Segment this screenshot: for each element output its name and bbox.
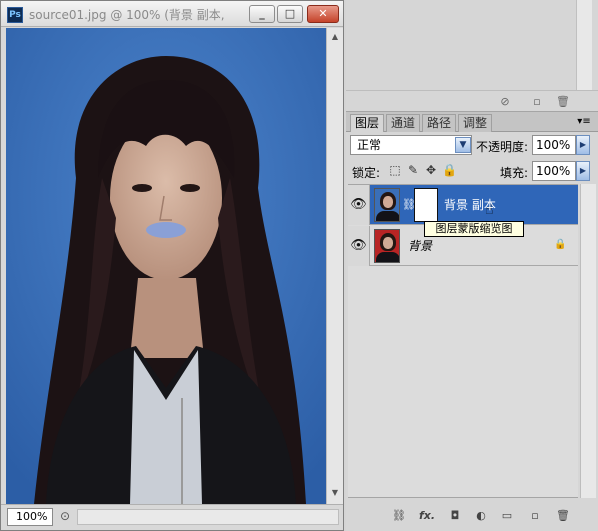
- tab-layers[interactable]: 图层: [350, 114, 385, 132]
- visibility-eye-icon[interactable]: 👁: [348, 185, 370, 225]
- portrait-photo: [6, 28, 326, 504]
- vertical-scrollbar[interactable]: ▲ ▼: [326, 28, 343, 504]
- fill-arrow-icon[interactable]: ▶: [576, 161, 590, 181]
- visibility-eye-icon[interactable]: 👁: [348, 226, 370, 266]
- status-info-icon[interactable]: ⊙: [57, 509, 73, 525]
- no-entry-icon[interactable]: ⊘: [498, 95, 512, 108]
- close-button[interactable]: ✕: [307, 5, 339, 23]
- tooltip: 图层蒙版缩览图: [424, 221, 524, 237]
- layer-name[interactable]: 背景: [408, 238, 432, 254]
- opacity-field[interactable]: 100%: [532, 135, 576, 155]
- upper-panel-footer: ⊘ ▫ 🗑: [346, 90, 598, 110]
- new-item-icon[interactable]: ▫: [530, 95, 544, 108]
- layers-scrollbar[interactable]: [580, 184, 596, 498]
- layers-panel: 图层 通道 路径 调整 ▾≡ 正常 ▼ 不透明度: 100% ▶ 锁定: ⬚ ✎…: [346, 111, 598, 531]
- lock-transparency-icon[interactable]: ⬚: [388, 163, 402, 177]
- layer-mask-thumbnail[interactable]: ☝: [414, 188, 494, 222]
- fill-field[interactable]: 100%: [532, 161, 576, 181]
- maximize-button[interactable]: □: [277, 5, 303, 23]
- fill-label: 填充:: [500, 166, 529, 180]
- horizontal-scrollbar[interactable]: [77, 509, 339, 525]
- image-canvas[interactable]: [6, 28, 326, 504]
- tab-adjustments[interactable]: 调整: [458, 114, 493, 132]
- minimize-button[interactable]: _: [249, 5, 275, 23]
- blend-mode-select[interactable]: 正常 ▼: [350, 135, 472, 155]
- link-layers-icon[interactable]: ⛓: [390, 509, 408, 523]
- fx-icon[interactable]: fx.: [418, 509, 436, 523]
- layers-footer: ⛓ fx. ◘ ◐ ▭ ▫ 🗑: [346, 505, 598, 527]
- lock-pixels-brush-icon[interactable]: ✎: [406, 163, 420, 177]
- zoom-level-field[interactable]: 100%: [7, 508, 53, 526]
- chevron-down-icon[interactable]: ▼: [455, 137, 471, 153]
- panel-menu-icon[interactable]: ▾≡: [574, 114, 594, 130]
- document-title: source01.jpg @ 100% (背景 副本, ...: [29, 8, 229, 22]
- tab-channels[interactable]: 通道: [386, 114, 421, 132]
- layer-thumbnail[interactable]: [374, 188, 400, 222]
- lock-icon: 🔒: [554, 239, 567, 250]
- blend-mode-value: 正常: [357, 138, 382, 152]
- layer-thumbnail[interactable]: [374, 229, 400, 263]
- chain-link-icon[interactable]: ⛓: [402, 198, 416, 214]
- lock-label: 锁定:: [352, 166, 381, 180]
- upper-panel-scrollbar[interactable]: [576, 0, 592, 90]
- delete-icon[interactable]: 🗑: [554, 509, 572, 523]
- lock-all-icon[interactable]: 🔒: [442, 163, 457, 177]
- trash-icon[interactable]: 🗑: [556, 95, 570, 108]
- new-layer-icon[interactable]: ▫: [526, 509, 544, 523]
- layer-row-background-copy[interactable]: 👁 ⛓ ☝ 背景 副本: [348, 185, 578, 225]
- document-window: Ps source01.jpg @ 100% (背景 副本, ... _ □ ✕: [0, 0, 344, 531]
- upper-panel: ⊘ ▫ 🗑: [346, 0, 598, 111]
- adjustment-layer-icon[interactable]: ◐: [472, 509, 490, 523]
- opacity-label: 不透明度:: [476, 140, 529, 154]
- scroll-up-icon[interactable]: ▲: [328, 30, 342, 44]
- panel-tab-strip: 图层 通道 路径 调整 ▾≡: [346, 112, 598, 132]
- photoshop-app-icon: Ps: [7, 7, 23, 23]
- status-bar: 100% ⊙: [1, 504, 343, 530]
- opacity-arrow-icon[interactable]: ▶: [576, 135, 590, 155]
- lock-position-move-icon[interactable]: ✥: [424, 163, 438, 177]
- layer-name[interactable]: 背景 副本: [444, 197, 496, 213]
- tab-paths[interactable]: 路径: [422, 114, 457, 132]
- layer-list: 👁 ⛓ ☝ 背景 副本 👁 背景 🔒 图层蒙版缩览图: [348, 184, 578, 498]
- add-mask-icon[interactable]: ◘: [446, 509, 464, 523]
- document-titlebar[interactable]: Ps source01.jpg @ 100% (背景 副本, ... _ □ ✕: [1, 1, 343, 27]
- scroll-down-icon[interactable]: ▼: [328, 486, 342, 500]
- new-group-icon[interactable]: ▭: [498, 509, 516, 523]
